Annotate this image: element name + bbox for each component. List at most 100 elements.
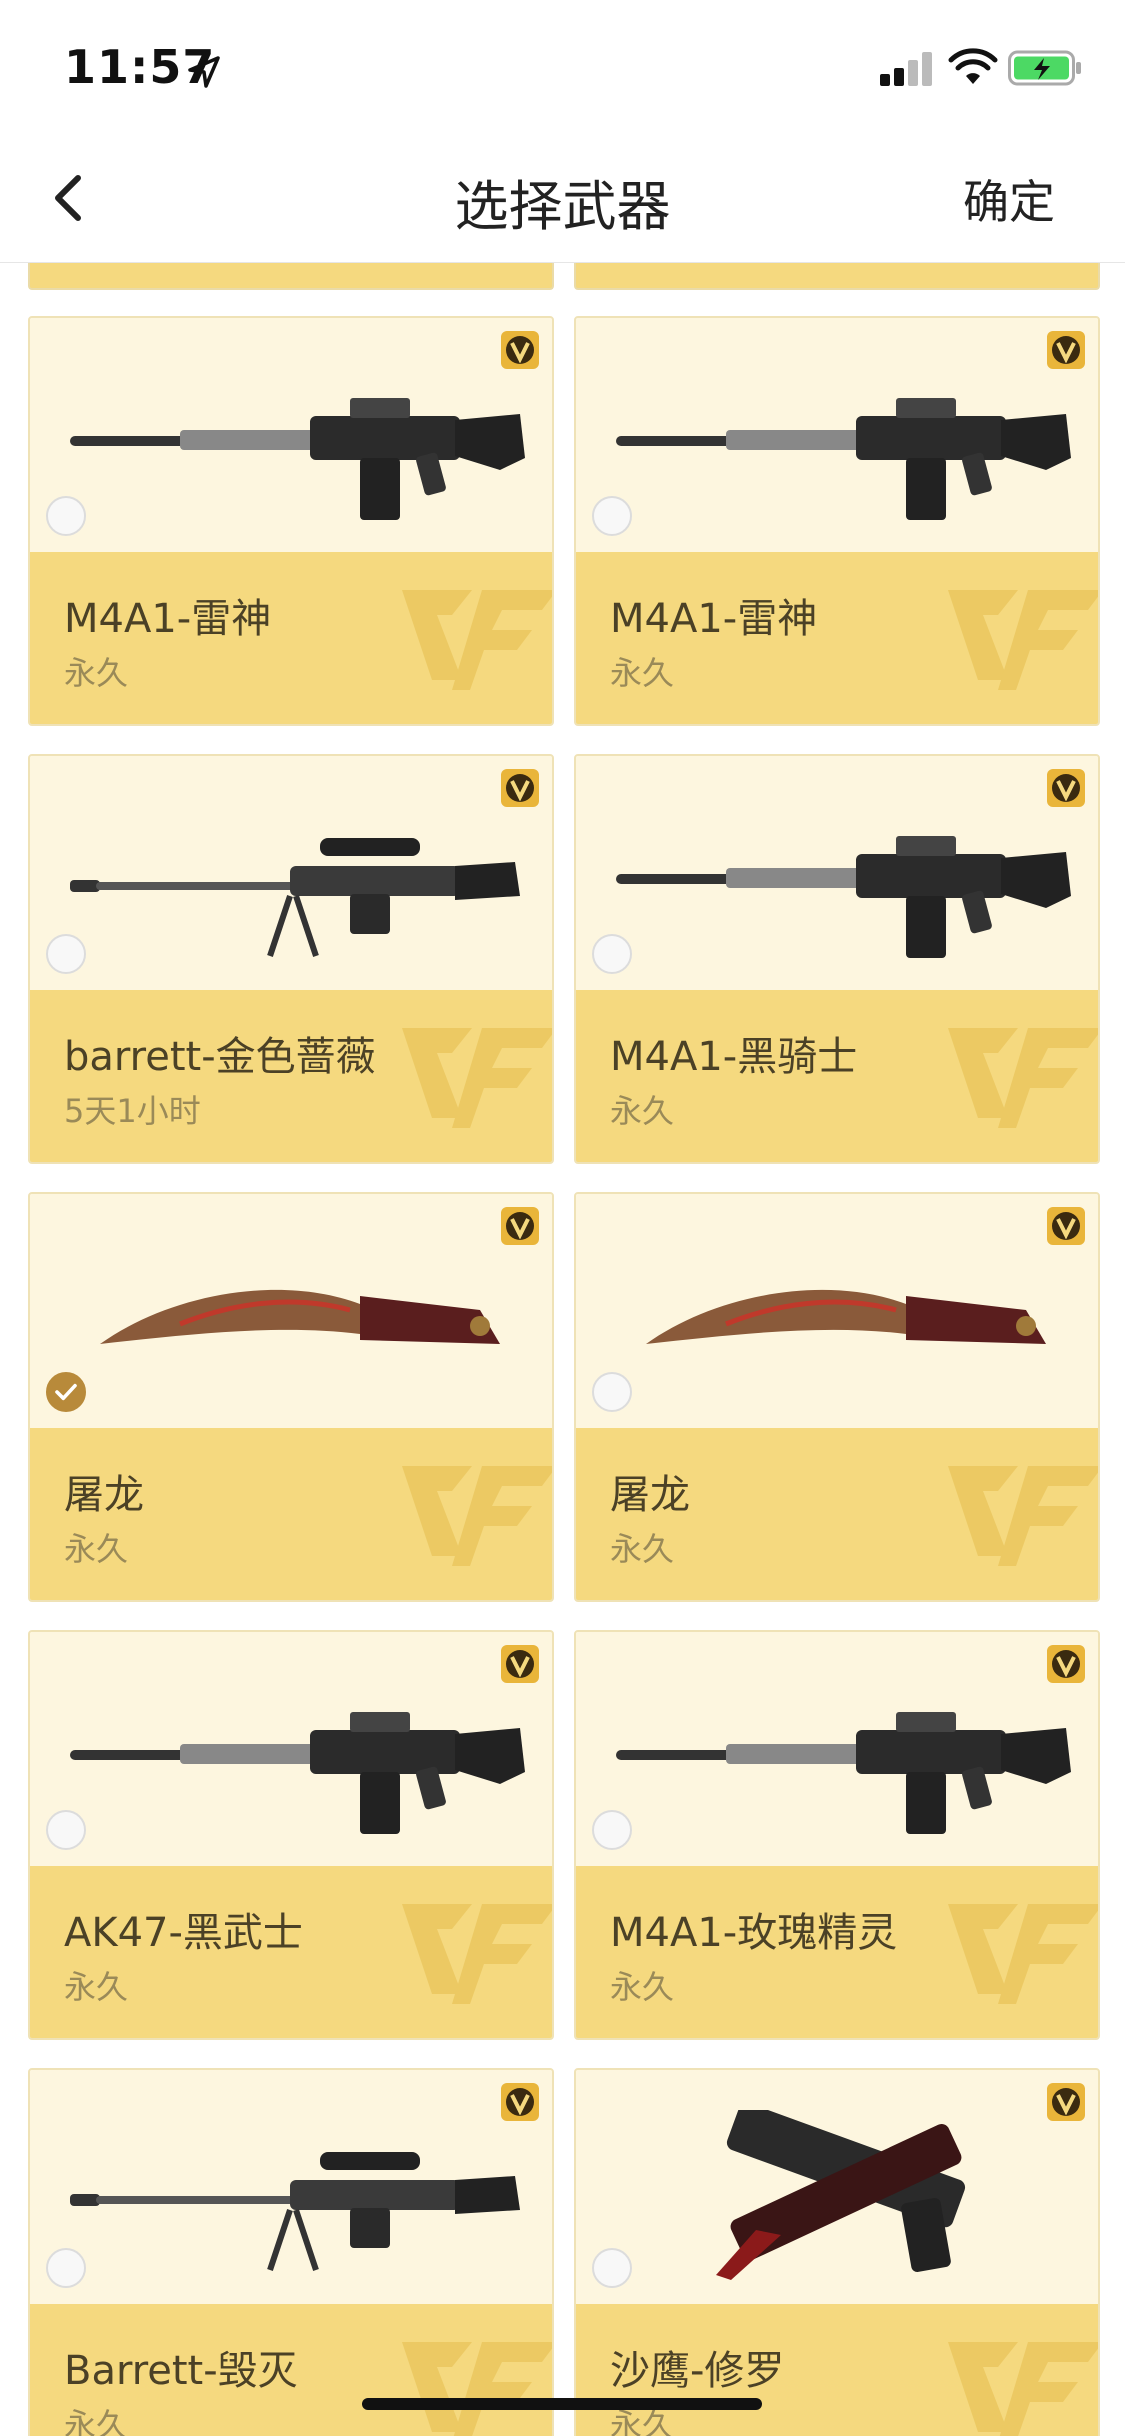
- cf-watermark-icon: [948, 1904, 1098, 2004]
- weapon-card[interactable]: M4A1-玫瑰精灵 永久: [574, 1630, 1100, 2040]
- cf-watermark-icon: [948, 590, 1098, 690]
- weapon-duration: 永久: [610, 1530, 675, 1568]
- rifle-icon: [70, 1712, 525, 1834]
- v-badge-icon: [501, 331, 539, 369]
- knife-icon: [100, 1289, 500, 1344]
- v-badge-icon: [501, 1207, 539, 1245]
- card-info: barrett-金色蔷薇 5天1小时: [30, 990, 552, 1162]
- card-info: M4A1-黑骑士 永久: [576, 990, 1098, 1162]
- weapon-name: 屠龙: [610, 1472, 690, 1518]
- weapon-card[interactable]: M4A1-黑骑士 永久: [574, 754, 1100, 1164]
- weapon-name: M4A1-玫瑰精灵: [610, 1910, 898, 1956]
- cf-watermark-icon: [402, 2342, 552, 2436]
- rifle-icon: [616, 1712, 1071, 1834]
- v-badge-icon: [501, 1645, 539, 1683]
- weapon-card[interactable]: Barrett-毁灭 永久: [28, 2068, 554, 2436]
- partial-card[interactable]: [28, 262, 554, 290]
- card-image-area: [576, 318, 1098, 552]
- weapon-duration: 永久: [610, 1092, 675, 1130]
- card-image-area: [576, 2070, 1098, 2304]
- select-radio-checked[interactable]: [46, 1372, 86, 1412]
- weapon-card[interactable]: barrett-金色蔷薇 5天1小时: [28, 754, 554, 1164]
- v-badge-icon: [1047, 769, 1085, 807]
- weapon-name: Barrett-毁灭: [64, 2348, 298, 2394]
- cf-watermark-icon: [402, 1904, 552, 2004]
- v-badge-icon: [501, 769, 539, 807]
- card-image-area: [30, 1632, 552, 1866]
- cf-watermark-icon: [948, 2342, 1098, 2436]
- card-info: M4A1-雷神 永久: [30, 552, 552, 724]
- sniper-icon: [70, 2152, 520, 2271]
- weapon-duration: 5天1小时: [64, 1092, 201, 1130]
- card-image-area: [30, 318, 552, 552]
- weapon-duration: 永久: [64, 654, 129, 692]
- cf-watermark-icon: [948, 1466, 1098, 1566]
- weapon-name: 沙鹰-修罗: [610, 2348, 785, 2394]
- card-info: AK47-黑武士 永久: [30, 1866, 552, 2038]
- select-radio[interactable]: [46, 496, 86, 536]
- weapon-duration: 永久: [610, 1968, 675, 2006]
- screen: 11:57 选择武器 确定 M4A1-雷神 永久 M4A1-雷神 永久 barr…: [0, 0, 1125, 2436]
- weapon-grid[interactable]: M4A1-雷神 永久 M4A1-雷神 永久 barrett-金色蔷薇 5天1小时…: [0, 262, 1125, 2436]
- rifle-icon: [70, 398, 525, 520]
- confirm-button[interactable]: 确定: [963, 166, 1055, 232]
- weapon-card[interactable]: 沙鹰-修罗 永久: [574, 2068, 1100, 2436]
- v-badge-icon: [1047, 2083, 1085, 2121]
- partial-card[interactable]: [574, 262, 1100, 290]
- location-arrow-icon: [188, 56, 220, 88]
- v-badge-icon: [1047, 1207, 1085, 1245]
- select-radio[interactable]: [592, 496, 632, 536]
- select-radio[interactable]: [592, 2248, 632, 2288]
- v-badge-icon: [1047, 331, 1085, 369]
- weapon-name: M4A1-雷神: [610, 596, 818, 642]
- card-image-area: [30, 2070, 552, 2304]
- select-radio[interactable]: [46, 934, 86, 974]
- page-title: 选择武器: [454, 175, 671, 238]
- cf-watermark-icon: [948, 1028, 1098, 1128]
- select-radio[interactable]: [46, 2248, 86, 2288]
- battery-icon: [1008, 50, 1081, 86]
- cf-watermark-icon: [402, 1466, 552, 1566]
- card-image-area: [576, 1632, 1098, 1866]
- weapon-duration: 永久: [64, 1968, 129, 2006]
- card-image-area: [576, 1194, 1098, 1428]
- pistol-icon: [716, 2110, 966, 2280]
- v-badge-icon: [501, 2083, 539, 2121]
- weapon-card[interactable]: 屠龙 永久: [28, 1192, 554, 1602]
- weapon-card[interactable]: 屠龙 永久: [574, 1192, 1100, 1602]
- weapon-duration: 永久: [64, 2406, 129, 2436]
- weapon-name: M4A1-雷神: [64, 596, 272, 642]
- card-info: Barrett-毁灭 永久: [30, 2304, 552, 2436]
- sniper-icon: [70, 838, 520, 957]
- card-info: M4A1-玫瑰精灵 永久: [576, 1866, 1098, 2038]
- select-radio[interactable]: [46, 1810, 86, 1850]
- card-info: 沙鹰-修罗 永久: [576, 2304, 1098, 2436]
- card-image-area: [30, 756, 552, 990]
- rifle-icon: [616, 836, 1071, 958]
- v-badge-icon: [1047, 1645, 1085, 1683]
- card-image-area: [576, 756, 1098, 990]
- select-radio[interactable]: [592, 934, 632, 974]
- card-info: 屠龙 永久: [576, 1428, 1098, 1600]
- select-radio[interactable]: [592, 1372, 632, 1412]
- home-indicator[interactable]: [362, 2398, 762, 2410]
- weapon-card[interactable]: M4A1-雷神 永久: [574, 316, 1100, 726]
- weapon-card[interactable]: AK47-黑武士 永久: [28, 1630, 554, 2040]
- cf-watermark-icon: [402, 590, 552, 690]
- card-image-area: [30, 1194, 552, 1428]
- cf-watermark-icon: [402, 1028, 552, 1128]
- weapon-name: M4A1-黑骑士: [610, 1034, 858, 1080]
- nav-bar: 选择武器 确定: [0, 132, 1125, 263]
- weapon-card[interactable]: M4A1-雷神 永久: [28, 316, 554, 726]
- weapon-name: 屠龙: [64, 1472, 144, 1518]
- status-bar: 11:57: [0, 0, 1125, 132]
- knife-icon: [646, 1289, 1046, 1344]
- weapon-name: AK47-黑武士: [64, 1910, 303, 1956]
- rifle-icon: [616, 398, 1071, 520]
- card-info: M4A1-雷神 永久: [576, 552, 1098, 724]
- cellular-signal-icon: [880, 52, 936, 86]
- weapon-duration: 永久: [610, 654, 675, 692]
- checkmark-icon: [55, 1383, 77, 1401]
- card-info: 屠龙 永久: [30, 1428, 552, 1600]
- select-radio[interactable]: [592, 1810, 632, 1850]
